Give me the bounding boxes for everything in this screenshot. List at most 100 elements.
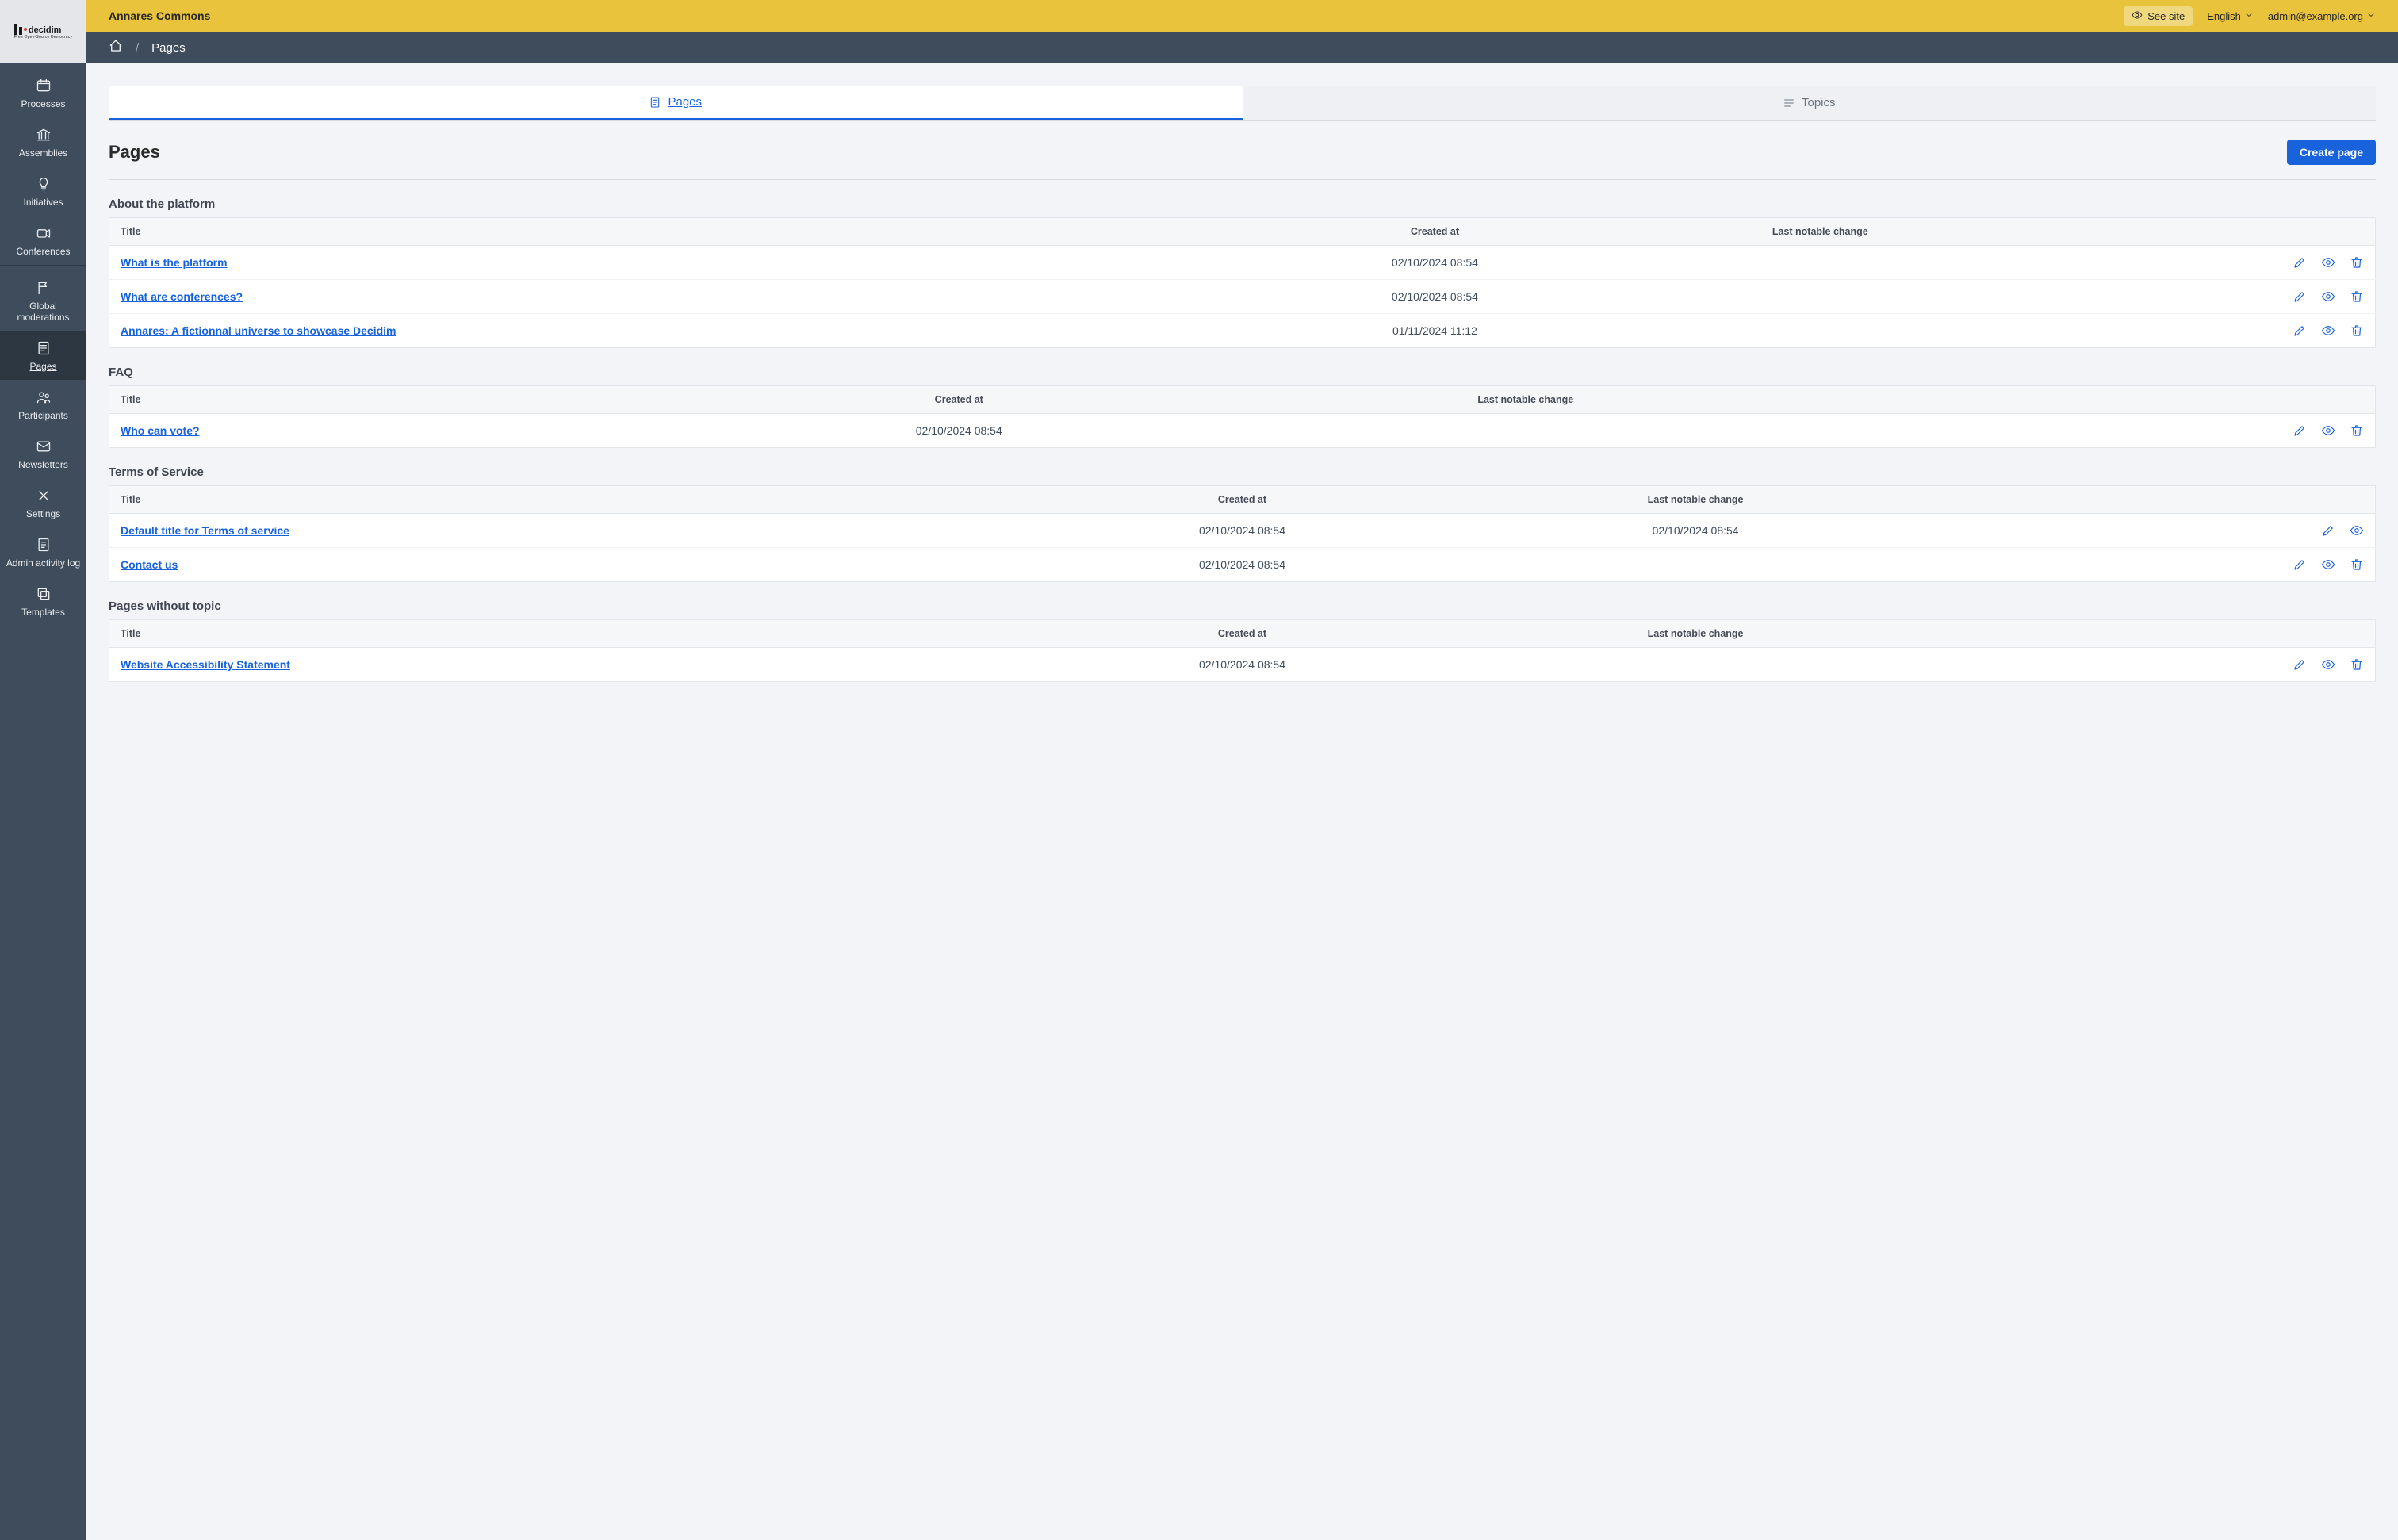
- pencil-icon: [2293, 255, 2307, 270]
- sidebar-item-global-moderations[interactable]: Global moderations: [0, 270, 86, 331]
- sidebar-item-label: Participants: [18, 410, 68, 421]
- column-header: Last notable change: [1627, 218, 2013, 246]
- breadcrumb: / Pages: [86, 32, 2398, 63]
- edit-button[interactable]: [2321, 523, 2335, 538]
- sidebar-item-label: Initiatives: [23, 197, 63, 208]
- mail-icon: [36, 439, 52, 454]
- column-header: Created at: [676, 386, 1243, 414]
- sidebar-item-label: Admin activity log: [6, 557, 80, 569]
- delete-button[interactable]: [2350, 324, 2364, 338]
- last-change: 02/10/2024 08:54: [1469, 514, 1922, 548]
- copy-icon: [36, 586, 52, 602]
- sidebar-item-conferences[interactable]: Conferences: [0, 216, 86, 265]
- trash-icon: [2350, 324, 2364, 338]
- sidebar-item-admin-activity-log[interactable]: Admin activity log: [0, 527, 86, 577]
- tab-pages[interactable]: Pages: [109, 86, 1243, 120]
- eye-icon: [2350, 523, 2364, 538]
- preview-button[interactable]: [2321, 557, 2335, 572]
- last-change: [1627, 314, 2013, 348]
- edit-button[interactable]: [2293, 324, 2307, 338]
- column-header: Last notable change: [1469, 486, 1922, 514]
- page-link[interactable]: What is the platform: [121, 256, 228, 269]
- delete-button[interactable]: [2350, 423, 2364, 438]
- last-change: [1469, 648, 1922, 682]
- see-site-button[interactable]: See site: [2124, 6, 2193, 26]
- edit-button[interactable]: [2293, 557, 2307, 572]
- eye-icon: [2321, 324, 2335, 338]
- pencil-icon: [2293, 657, 2307, 672]
- last-change: [1243, 414, 1810, 448]
- eye-icon: [2321, 289, 2335, 304]
- sidebar-item-processes[interactable]: Processes: [0, 68, 86, 117]
- sidebar-item-settings[interactable]: Settings: [0, 478, 86, 527]
- page-link[interactable]: What are conferences?: [121, 290, 243, 303]
- sidebar-item-participants[interactable]: Participants: [0, 380, 86, 429]
- page-icon: [36, 340, 52, 356]
- see-site-label: See site: [2147, 10, 2185, 22]
- created-at: 01/11/2024 11:12: [1243, 314, 1628, 348]
- camera-icon: [36, 225, 52, 241]
- column-header: [1922, 486, 2376, 514]
- table-notopic: TitleCreated atLast notable changeWebsit…: [109, 619, 2376, 682]
- table-tos: TitleCreated atLast notable changeDefaul…: [109, 485, 2376, 582]
- sidebar-item-label: Global moderations: [3, 301, 83, 323]
- preview-button[interactable]: [2321, 324, 2335, 338]
- last-change: [1627, 280, 2013, 314]
- column-header: Created at: [1243, 218, 1628, 246]
- logo-text: decidim: [29, 25, 62, 35]
- tab-topics[interactable]: Topics: [1243, 86, 2377, 120]
- preview-button[interactable]: [2321, 255, 2335, 270]
- edit-button[interactable]: [2293, 289, 2307, 304]
- page-link[interactable]: Default title for Terms of service: [121, 524, 289, 537]
- sidebar-item-assemblies[interactable]: Assemblies: [0, 117, 86, 167]
- user-menu[interactable]: admin@example.org: [2268, 10, 2376, 22]
- preview-button[interactable]: [2321, 423, 2335, 438]
- user-email: admin@example.org: [2268, 10, 2363, 22]
- page-title: Pages: [109, 142, 160, 163]
- sidebar-item-initiatives[interactable]: Initiatives: [0, 167, 86, 216]
- create-page-button[interactable]: Create page: [2287, 140, 2376, 165]
- edit-button[interactable]: [2293, 423, 2307, 438]
- delete-button[interactable]: [2350, 657, 2364, 672]
- table-row: What are conferences? 02/10/2024 08:54: [109, 280, 2376, 314]
- created-at: 02/10/2024 08:54: [1243, 246, 1628, 280]
- table-faq: TitleCreated atLast notable changeWho ca…: [109, 385, 2376, 448]
- logo-tagline: Free Open-Source Democracy: [14, 35, 72, 40]
- tab-pages-label: Pages: [668, 95, 702, 109]
- sidebar-item-label: Templates: [21, 607, 65, 618]
- preview-button[interactable]: [2321, 289, 2335, 304]
- sidebar-item-pages[interactable]: Pages: [0, 331, 86, 380]
- table-row: Contact us02/10/2024 08:54: [109, 548, 2376, 582]
- table-row: Default title for Terms of service 02/10/…: [109, 514, 2376, 548]
- delete-button[interactable]: [2350, 557, 2364, 572]
- preview-button[interactable]: [2350, 523, 2364, 538]
- page-link[interactable]: Who can vote?: [121, 424, 200, 437]
- preview-button[interactable]: [2321, 657, 2335, 672]
- flag-icon: [36, 280, 52, 296]
- created-at: 02/10/2024 08:54: [1243, 280, 1628, 314]
- bank-icon: [36, 127, 52, 143]
- sidebar-item-label: Processes: [21, 98, 65, 109]
- sidebar-item-label: Settings: [26, 508, 60, 519]
- page-link[interactable]: Annares: A fictionnal universe to showca…: [121, 324, 396, 337]
- page-link[interactable]: Website Accessibility Statement: [121, 658, 290, 671]
- table-row: Who can vote?02/10/2024 08:54: [109, 414, 2376, 448]
- breadcrumb-current: Pages: [151, 41, 186, 55]
- sidebar-item-newsletters[interactable]: Newsletters: [0, 429, 86, 478]
- trash-icon: [2350, 255, 2364, 270]
- edit-button[interactable]: [2293, 255, 2307, 270]
- delete-button[interactable]: [2350, 255, 2364, 270]
- eye-icon: [2132, 10, 2143, 23]
- logo[interactable]: decidim Free Open-Source Democracy: [0, 0, 86, 63]
- pencil-icon: [2293, 289, 2307, 304]
- sidebar-item-templates[interactable]: Templates: [0, 577, 86, 626]
- delete-button[interactable]: [2350, 289, 2364, 304]
- edit-button[interactable]: [2293, 657, 2307, 672]
- eye-icon: [2321, 423, 2335, 438]
- breadcrumb-home[interactable]: [109, 39, 123, 56]
- created-at: 02/10/2024 08:54: [1016, 648, 1469, 682]
- language-selector[interactable]: English: [2207, 10, 2254, 22]
- column-header: Title: [109, 486, 1016, 514]
- page-link[interactable]: Contact us: [121, 558, 178, 571]
- pencil-icon: [2293, 557, 2307, 572]
